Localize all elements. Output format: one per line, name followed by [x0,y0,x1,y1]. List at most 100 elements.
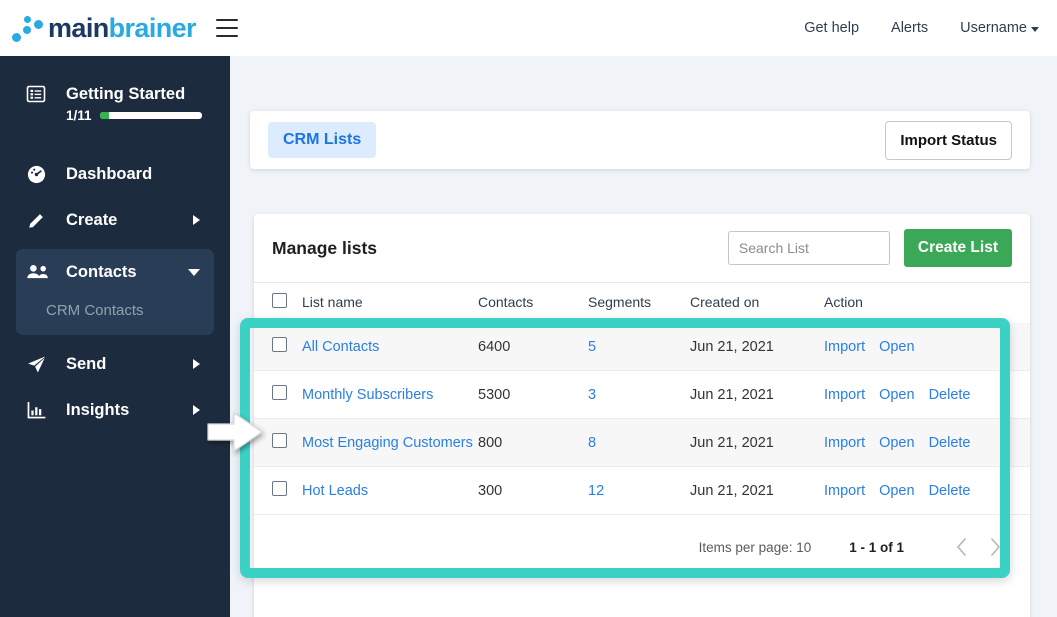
segments-link[interactable]: 12 [588,483,604,499]
cell-actions: Import Open Delete [824,418,1030,467]
page-range-label: 1 - 1 of 1 [849,539,904,555]
get-help-link[interactable]: Get help [804,20,859,36]
next-page-button[interactable] [978,530,1012,564]
main-content: CRM Lists Import Status Manage lists Cre… [230,56,1057,617]
manage-lists-card: Manage lists Create List List name Conta… [254,214,1030,617]
username-menu[interactable]: Username [960,20,1039,36]
segments-link[interactable]: 5 [588,339,596,355]
search-input[interactable] [727,231,890,265]
table-row[interactable]: Monthly Subscribers 5300 3 Jun 21, 2021 Impo… [254,370,1030,419]
action-open-link[interactable]: Open [879,483,914,499]
action-open-link[interactable]: Open [879,435,914,451]
table-head: List name Contacts Segments Created on A… [254,282,1030,323]
sidebar: Getting Started 1/11 Dashboard Create Co… [0,56,230,617]
action-delete-link[interactable]: Delete [929,483,971,499]
getting-started-label: Getting Started [66,84,186,103]
row-checkbox[interactable] [272,481,287,496]
column-header-segments: Segments [588,282,690,323]
table-row[interactable]: Hot Leads 300 12 Jun 21, 2021 Import Open Dele… [254,466,1030,515]
cell-segments: 12 [588,466,690,515]
cell-contacts-count: 6400 [478,323,588,371]
row-checkbox[interactable] [272,433,287,448]
action-import-link[interactable]: Import [824,339,865,355]
alerts-link[interactable]: Alerts [891,20,928,36]
table-body: All Contacts 6400 5 Jun 21, 2021 Import Open M… [254,323,1030,515]
row-checkbox[interactable] [272,337,287,352]
create-list-button[interactable]: Create List [903,229,1012,267]
top-bar: mainbrainer Get help Alerts Username [0,0,1057,56]
bar-chart-icon [26,400,52,421]
list-name-link[interactable]: All Contacts [302,339,379,355]
brand-wordmark: mainbrainer [48,12,197,44]
sidebar-item-getting-started[interactable]: Getting Started 1/11 [0,64,230,127]
column-header-list-name: List name [302,282,478,323]
sidebar-item-send[interactable]: Send [0,341,230,387]
cell-segments: 5 [588,323,690,371]
cell-segments: 3 [588,370,690,419]
sidebar-item-crm-contacts[interactable]: CRM Contacts [16,295,214,325]
row-checkbox[interactable] [272,385,287,400]
cell-created-on: Jun 21, 2021 [690,418,824,467]
hamburger-menu-icon[interactable] [215,19,238,37]
cell-actions: Import Open Delete [824,466,1030,515]
progress-bar-track [99,112,202,119]
action-delete-link[interactable]: Delete [929,387,971,403]
chevron-right-icon [193,405,200,415]
select-all-checkbox[interactable] [272,293,287,308]
row-select-cell [254,466,302,515]
action-links: Import Open Delete [824,387,1030,403]
cell-created-on: Jun 21, 2021 [690,466,824,515]
action-open-link[interactable]: Open [879,339,914,355]
column-header-contacts: Contacts [478,282,588,323]
cell-list-name: Hot Leads [302,466,478,515]
tab-crm-lists[interactable]: CRM Lists [268,122,377,158]
sidebar-label-create: Create [66,210,118,229]
list-name-link[interactable]: Most Engaging Customers [302,435,473,451]
brand-name-part-1: main [48,12,109,43]
column-header-created-on: Created on [690,282,824,323]
cell-segments: 8 [588,418,690,467]
previous-page-button[interactable] [944,530,978,564]
cell-contacts-count: 300 [478,466,588,515]
action-links: Import Open Delete [824,483,1030,499]
top-nav: Get help Alerts Username [804,20,1039,36]
getting-started-progress: 1/11 [66,108,230,123]
segments-link[interactable]: 3 [588,387,596,403]
items-per-page-label[interactable]: Items per page: 10 [699,540,812,555]
action-import-link[interactable]: Import [824,387,865,403]
select-all-cell [254,282,302,323]
sidebar-label-send: Send [66,354,107,373]
list-name-link[interactable]: Hot Leads [302,483,368,499]
sidebar-item-dashboard[interactable]: Dashboard [0,151,230,197]
action-delete-link[interactable]: Delete [929,435,971,451]
cell-actions: Import Open [824,323,1030,371]
table-row[interactable]: Most Engaging Customers 800 8 Jun 21, 2021 I… [254,418,1030,467]
sidebar-group-contacts: Contacts CRM Contacts [16,249,214,335]
username-label: Username [960,20,1027,36]
progress-bar-fill [99,112,109,119]
sidebar-item-create[interactable]: Create [0,197,230,243]
action-import-link[interactable]: Import [824,483,865,499]
pagination: Items per page: 10 1 - 1 of 1 [254,515,1030,579]
sidebar-label-contacts: Contacts [66,262,137,281]
segments-link[interactable]: 8 [588,435,596,451]
table-row[interactable]: All Contacts 6400 5 Jun 21, 2021 Import Open [254,323,1030,371]
logo-dots-icon [12,13,46,43]
chevron-right-icon [193,359,200,369]
list-icon [26,84,52,104]
row-select-cell [254,323,302,371]
sidebar-label-dashboard: Dashboard [66,164,153,183]
sidebar-item-contacts[interactable]: Contacts [16,249,214,295]
cell-list-name: All Contacts [302,323,478,371]
list-name-link[interactable]: Monthly Subscribers [302,387,433,403]
paper-plane-icon [26,354,52,375]
chevron-down-icon [188,268,200,276]
import-status-button[interactable]: Import Status [885,120,1012,160]
action-import-link[interactable]: Import [824,435,865,451]
getting-started-count: 1/11 [66,108,92,123]
sidebar-item-insights[interactable]: Insights [0,387,230,433]
app-root: mainbrainer Get help Alerts Username Get… [0,0,1057,617]
brand-name-part-2: brainer [108,12,197,43]
brand-logo[interactable]: mainbrainer [12,12,197,44]
action-open-link[interactable]: Open [879,387,914,403]
